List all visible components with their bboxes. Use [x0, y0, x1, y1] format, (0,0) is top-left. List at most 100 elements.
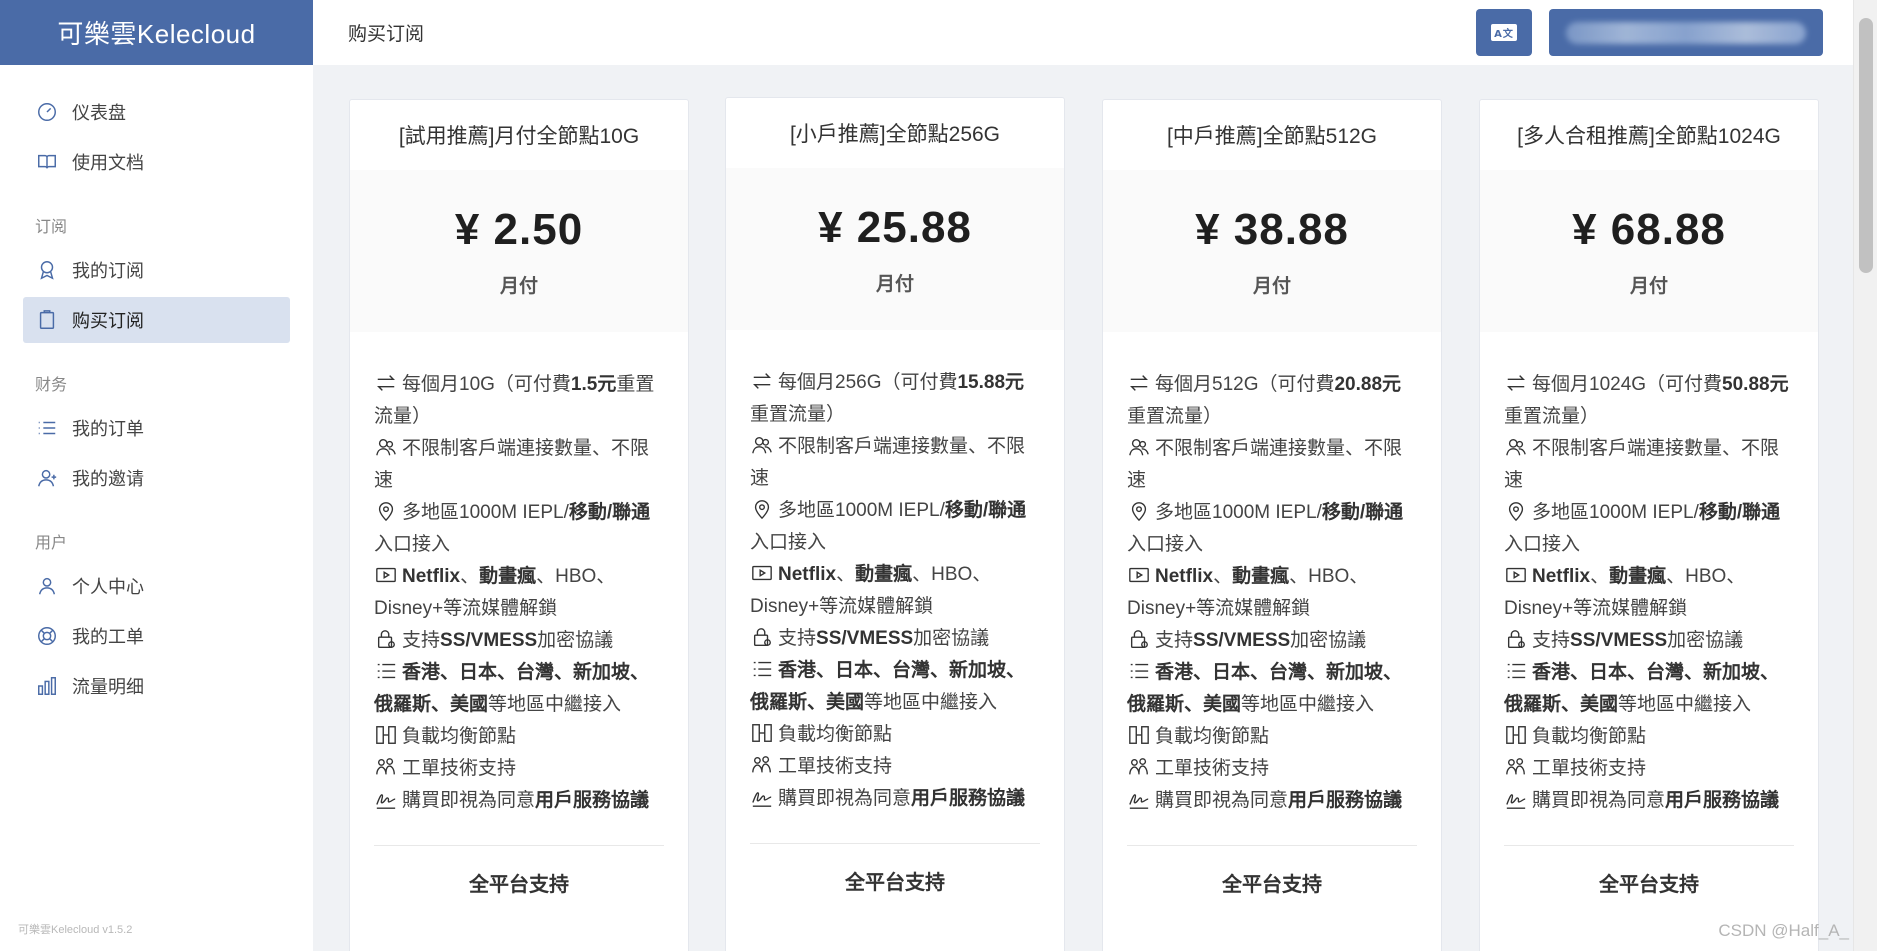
page-title: 购买订阅 — [348, 24, 425, 45]
terms-link[interactable]: 用戶服務協議 — [1665, 790, 1779, 811]
swap-icon — [750, 370, 776, 392]
card-divider — [1504, 845, 1794, 846]
feature-relay: 香港、日本、台灣、新加坡、俄羅斯、美國等地區中繼接入 — [1127, 660, 1403, 715]
lock-icon — [374, 628, 400, 650]
card-divider — [750, 843, 1040, 844]
plan-period: 月付 — [1252, 275, 1291, 297]
feature-unlimited: 不限制客戶端連接數量、不限速 — [1504, 438, 1780, 491]
sidebar-item-my-orders[interactable]: 我的订单 — [23, 405, 290, 451]
swap-icon — [1127, 372, 1153, 394]
feature-streaming: Netflix、動畫瘋、HBO、Disney+等流媒體解鎖 — [1504, 564, 1746, 619]
plan-name: [多人合租推薦]全節點1024G — [1517, 125, 1781, 148]
feature-regions: 多地區1000M IEPL/移動/聯通入口接入 — [374, 500, 651, 555]
plan-period: 月付 — [1629, 275, 1668, 297]
plan-price: ¥ 2.50 — [454, 204, 584, 254]
sidebar-item-label: 流量明细 — [72, 677, 144, 697]
feature-list: 每個月1024G（可付費50.88元重置流量） 不限制客戶端連接數量、不限速 多… — [1480, 332, 1818, 817]
feature-support: 工單技術支持 — [1127, 753, 1417, 785]
sidebar-item-my-tickets[interactable]: 我的工单 — [23, 613, 290, 659]
swap-icon — [1504, 372, 1530, 394]
sidebar-item-my-subscription[interactable]: 我的订阅 — [23, 247, 290, 293]
list-icon — [35, 416, 59, 440]
plan-card-4[interactable]: [多人合租推薦]全節點1024G ¥ 68.88 月付 每個月1024G（可付費… — [1479, 99, 1819, 951]
play-icon — [750, 562, 776, 584]
server-icon — [1127, 724, 1153, 746]
feature-relay: 香港、日本、台灣、新加坡、俄羅斯、美國等地區中繼接入 — [1504, 662, 1780, 715]
book-icon — [35, 150, 59, 174]
bar-chart-icon — [35, 674, 59, 698]
feature-agreement: 購買即視為同意用戶服務協議 — [374, 785, 664, 817]
feature-regions: 多地區1000M IEPL/移動/聯通入口接入 — [750, 498, 1027, 553]
lock-icon — [1127, 628, 1153, 650]
price-box: ¥ 38.88 月付 — [1103, 170, 1441, 332]
sidebar-item-label: 我的订单 — [72, 419, 144, 439]
support-team-icon — [1127, 756, 1153, 778]
support-team-icon — [750, 754, 776, 776]
clipboard-icon — [35, 308, 59, 332]
feature-list: 每個月512G（可付費20.88元重置流量） 不限制客戶端連接數量、不限速 多地… — [1103, 332, 1441, 817]
feature-traffic: 每個月256G（可付費15.88元重置流量） — [750, 370, 1025, 425]
location-icon — [750, 498, 776, 520]
feature-loadbalance: 負載均衡節點 — [1504, 721, 1794, 753]
feature-list: 每個月256G（可付費15.88元重置流量） 不限制客戶端連接數量、不限速 多地… — [726, 330, 1064, 815]
plan-card-3[interactable]: [中戶推薦]全節點512G ¥ 38.88 月付 每個月512G（可付費20.8… — [1102, 99, 1442, 951]
platform-support: 全平台支持 — [469, 874, 569, 896]
sidebar-item-label: 仪表盘 — [72, 103, 126, 123]
feature-loadbalance: 負載均衡節點 — [1127, 721, 1417, 753]
platform-support: 全平台支持 — [845, 872, 945, 894]
brand-logo[interactable]: 可樂雲Kelecloud — [0, 0, 313, 65]
play-icon — [1504, 564, 1530, 586]
list-icon — [1127, 660, 1153, 682]
terms-link[interactable]: 用戶服務協議 — [1288, 790, 1402, 811]
sidebar-item-profile[interactable]: 个人中心 — [23, 563, 290, 609]
list-icon — [374, 660, 400, 682]
signature-icon — [1504, 788, 1530, 810]
top-header: 购买订阅 A文 — [313, 0, 1853, 65]
feature-protocols: 支持SS/VMESS加密協議 — [1504, 625, 1794, 657]
plan-name: [小戶推薦]全節點256G — [789, 123, 1001, 146]
sidebar-item-label: 我的工单 — [72, 627, 144, 647]
plan-price: ¥ 25.88 — [818, 202, 972, 252]
feature-agreement: 購買即視為同意用戶服務協議 — [750, 783, 1040, 815]
sidebar-item-buy-subscription[interactable]: 购买订阅 — [23, 297, 290, 343]
feature-relay: 香港、日本、台灣、新加坡、俄羅斯、美國等地區中繼接入 — [374, 660, 650, 715]
sidebar-item-docs[interactable]: 使用文档 — [23, 139, 290, 185]
feature-protocols: 支持SS/VMESS加密協議 — [1127, 625, 1417, 657]
language-button[interactable]: A文 — [1476, 9, 1532, 56]
sidebar-item-traffic-detail[interactable]: 流量明细 — [23, 663, 290, 709]
feature-traffic: 每個月512G（可付費20.88元重置流量） — [1127, 372, 1402, 427]
terms-link[interactable]: 用戶服務協議 — [535, 790, 649, 811]
server-icon — [374, 724, 400, 746]
nav-group-title-user: 用户 — [35, 535, 68, 552]
sidebar-item-dashboard[interactable]: 仪表盘 — [23, 89, 290, 135]
sidebar-item-my-invites[interactable]: 我的邀请 — [23, 455, 290, 501]
feature-unlimited: 不限制客戶端連接數量、不限速 — [750, 436, 1026, 489]
server-icon — [1504, 724, 1530, 746]
feature-loadbalance: 負載均衡節點 — [750, 719, 1040, 751]
feature-unlimited: 不限制客戶端連接數量、不限速 — [1127, 438, 1403, 491]
terms-link[interactable]: 用戶服務協議 — [911, 788, 1025, 809]
location-icon — [374, 500, 400, 522]
play-icon — [374, 564, 400, 586]
card-divider — [1127, 845, 1417, 846]
user-menu-button[interactable] — [1549, 9, 1823, 56]
nav-group-title-subscription: 订阅 — [35, 219, 68, 236]
user-icon — [35, 574, 59, 598]
feature-regions: 多地區1000M IEPL/移動/聯通入口接入 — [1127, 502, 1404, 555]
translate-icon: A文 — [1491, 24, 1517, 41]
plan-card-2[interactable]: [小戶推薦]全節點256G ¥ 25.88 月付 每個月256G（可付費15.8… — [725, 97, 1065, 951]
sidebar-item-label: 个人中心 — [72, 577, 144, 597]
signature-icon — [1127, 788, 1153, 810]
feature-list: 每個月10G（可付費1.5元重置流量） 不限制客戶端連接數量、不限速 多地區10… — [350, 332, 688, 817]
scrollbar-thumb[interactable] — [1859, 18, 1873, 273]
page-scrollbar[interactable] — [1853, 0, 1877, 951]
nav-group-title-finance: 财务 — [35, 377, 68, 394]
lock-icon — [1504, 628, 1530, 650]
feature-streaming: Netflix、動畫瘋、HBO、Disney+等流媒體解鎖 — [374, 564, 616, 619]
feature-support: 工單技術支持 — [374, 753, 664, 785]
sidebar-item-label: 我的订阅 — [72, 261, 144, 281]
sidebar-item-label: 我的邀请 — [72, 469, 144, 489]
user-email-blurred — [1566, 21, 1806, 44]
plan-card-1[interactable]: [試用推薦]月付全節點10G ¥ 2.50 月付 每個月10G（可付費1.5元重… — [349, 99, 689, 951]
lock-icon — [750, 626, 776, 648]
